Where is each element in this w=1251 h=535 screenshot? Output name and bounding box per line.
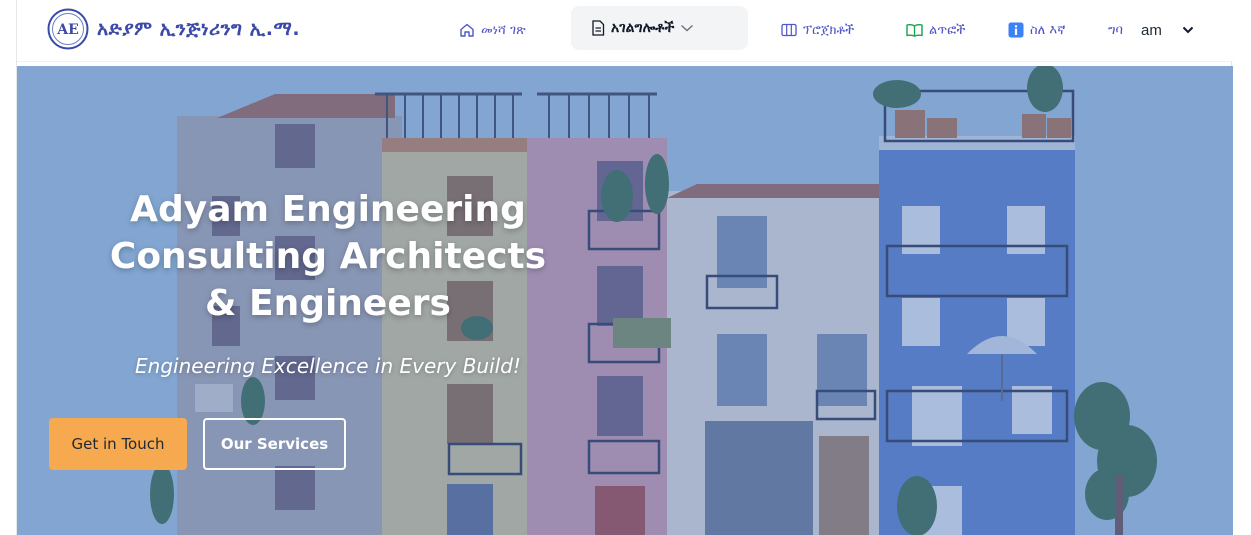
language-value: am <box>1141 21 1162 39</box>
hero-section: Adyam Engineering Consulting Architects … <box>17 66 1233 535</box>
chevron-down-icon <box>1182 26 1194 34</box>
info-icon <box>1008 22 1024 38</box>
home-icon <box>460 23 474 37</box>
company-logo: AE <box>47 8 89 50</box>
document-icon <box>592 20 605 36</box>
brand-name: አድያም ኢንጅነሪንግ ኢ.ማ. <box>97 18 301 40</box>
hero-title: Adyam Engineering Consulting Architects … <box>109 189 547 324</box>
svg-text:AE: AE <box>56 22 79 38</box>
nav-news-label: ልጥፎች <box>929 22 966 38</box>
columns-icon <box>781 23 797 37</box>
nav-news[interactable]: ልጥፎች <box>906 10 965 50</box>
nav-projects[interactable]: ፕሮጀክቶች <box>781 10 854 50</box>
page-frame: AE አድያም ኢንጅነሪንግ ኢ.ማ. መነሻ ገጽ አገልግሎቶች ፕሮጀክ… <box>16 0 1233 535</box>
chevron-down-icon <box>681 24 694 32</box>
nav-login[interactable]: ግባ <box>1108 10 1123 50</box>
nav-about-label: ስለ እኛ <box>1030 22 1066 38</box>
hero-tagline: Engineering Excellence in Every Build! <box>135 354 521 378</box>
nav-services-label: አገልግሎቶች <box>611 20 675 36</box>
nav-projects-label: ፕሮጀክቶች <box>803 22 855 38</box>
brand-link[interactable]: AE አድያም ኢንጅነሪንግ ኢ.ማ. <box>47 8 300 50</box>
our-services-button[interactable]: Our Services <box>203 418 346 470</box>
get-in-touch-button[interactable]: Get in Touch <box>49 418 187 470</box>
nav-home-label: መነሻ ገጽ <box>481 22 526 38</box>
nav-login-label: ግባ <box>1108 22 1123 38</box>
nav-about[interactable]: ስለ እኛ <box>1008 10 1065 50</box>
language-select[interactable]: am <box>1141 18 1194 42</box>
top-navbar: AE አድያም ኢንጅነሪንግ ኢ.ማ. መነሻ ገጽ አገልግሎቶች ፕሮጀክ… <box>17 0 1233 62</box>
nav-home[interactable]: መነሻ ገጽ <box>459 10 526 50</box>
book-icon <box>906 24 923 37</box>
nav-services-dropdown[interactable]: አገልግሎቶች <box>571 6 748 50</box>
